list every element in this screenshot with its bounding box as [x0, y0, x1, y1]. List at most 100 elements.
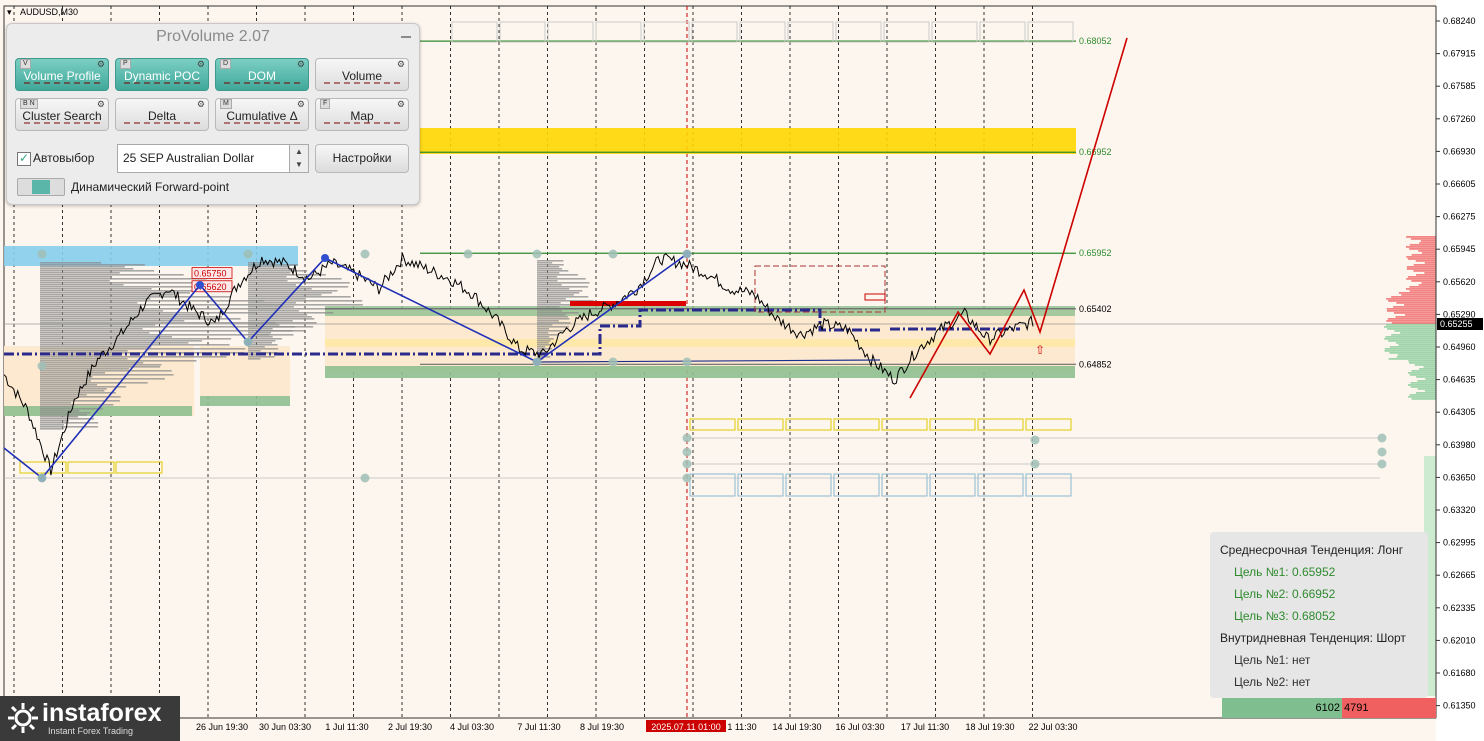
- gear-icon[interactable]: ⚙: [397, 99, 405, 109]
- gear-icon[interactable]: ⚙: [197, 59, 205, 69]
- x-tick-label: 16 Jul 03:30: [835, 722, 884, 732]
- profile-bar: [537, 282, 590, 284]
- green-zone: [325, 366, 1075, 378]
- profile-bar: [40, 336, 172, 338]
- profile-bar: [537, 290, 583, 292]
- profile-bar: [248, 316, 312, 318]
- instrument-select[interactable]: 25 SEP Australian Dollar ▲ ▼: [117, 144, 309, 173]
- btn-volume[interactable]: ⚙ Volume: [315, 58, 409, 91]
- dom-bid-bar: [1408, 372, 1436, 374]
- profile-bar: [40, 334, 270, 336]
- profile-bar: [40, 392, 116, 394]
- gear-icon[interactable]: ⚙: [97, 99, 105, 109]
- profile-bar: [248, 338, 282, 340]
- profile-bar: [537, 340, 551, 342]
- gear-icon[interactable]: ⚙: [397, 59, 405, 69]
- y-tick-label: 0.61350: [1443, 701, 1476, 711]
- dom-bid-bar: [1391, 334, 1436, 336]
- profile-bar: [248, 332, 272, 334]
- profile-bar: [40, 264, 145, 266]
- dom-bid-bar: [1415, 392, 1436, 394]
- dom-ask-bar: [1405, 314, 1436, 316]
- profile-bar: [40, 306, 141, 308]
- profile-bar: [537, 344, 552, 346]
- profile-bar: [40, 352, 245, 354]
- settings-button[interactable]: Настройки: [315, 144, 409, 173]
- dom-ask-bar: [1420, 240, 1436, 242]
- profile-bar: [40, 398, 76, 400]
- y-tick-label: 0.67915: [1443, 49, 1476, 59]
- marker-dot: [682, 459, 692, 469]
- profile-bar: [40, 394, 87, 396]
- y-tick-label: 0.64960: [1443, 342, 1476, 352]
- btn-map[interactable]: F ⚙ Map: [315, 98, 409, 131]
- y-tick-label: 0.67260: [1443, 114, 1476, 124]
- gear-icon[interactable]: ⚙: [197, 99, 205, 109]
- profile-bar: [537, 274, 578, 276]
- dom-ask-bar: [1413, 264, 1436, 266]
- profile-bar: [537, 312, 579, 314]
- dom-bid-bar: [1400, 332, 1436, 334]
- marker-dot: [463, 249, 473, 259]
- minimize-icon[interactable]: [401, 36, 411, 38]
- profile-bar: [40, 266, 125, 268]
- x-tick-label: 7 Jul 11:30: [517, 722, 560, 732]
- mid-target-2: Цель №2: 0.66952: [1234, 587, 1336, 601]
- dom-ask-bar: [1398, 292, 1436, 294]
- hotkey-badge: D: [220, 59, 232, 69]
- dom-bid-bar: [1389, 346, 1436, 348]
- hotkey-badge: F: [320, 99, 331, 109]
- profile-bar: [40, 380, 91, 382]
- gear-icon[interactable]: ⚙: [297, 99, 305, 109]
- dom-ask-bar: [1387, 310, 1436, 312]
- profile-bar: [537, 284, 562, 286]
- profile-bar: [40, 374, 174, 376]
- dom-ask-bar: [1386, 298, 1436, 300]
- dom-ask-bar: [1404, 304, 1436, 306]
- btn-cluster-search[interactable]: B N ⚙ Cluster Search: [15, 98, 109, 131]
- dom-ask-bar: [1409, 244, 1436, 246]
- profile-bar: [40, 390, 105, 392]
- stepper-arrows-icon[interactable]: ▲ ▼: [289, 145, 308, 172]
- dom-bid-bar: [1397, 354, 1436, 356]
- dom-bid-bar: [1417, 380, 1436, 382]
- btn-cumulative[interactable]: M ⚙ Cumulative Δ: [215, 98, 309, 131]
- x-tick-label: 14 Jul 19:30: [772, 722, 821, 732]
- profile-bar: [248, 284, 296, 286]
- profile-bar: [40, 288, 152, 290]
- dom-ask-bar: [1421, 282, 1436, 284]
- dom-bid-bar: [1386, 324, 1436, 326]
- profile-bar: [248, 348, 279, 350]
- btn-dom[interactable]: D ⚙ DOM: [215, 58, 309, 91]
- btn-dynamic-poc[interactable]: P ⚙ Dynamic POC: [115, 58, 209, 91]
- level-label: 0.65952: [1079, 248, 1112, 258]
- hotkey-badge: V: [20, 59, 31, 69]
- dom-ask-bar: [1406, 288, 1436, 290]
- forward-point-label: Динамический Forward-point: [71, 180, 230, 194]
- button-label: Volume Profile: [23, 69, 101, 83]
- profile-bar: [40, 422, 99, 424]
- gear-icon[interactable]: ⚙: [97, 59, 105, 69]
- button-label: Map: [350, 109, 374, 123]
- forward-point-toggle[interactable]: [17, 178, 65, 196]
- btn-delta[interactable]: ⚙ Delta: [115, 98, 209, 131]
- hotkey-badge: P: [120, 59, 131, 69]
- marker-dot: [360, 473, 370, 483]
- logo-name: instaforex: [42, 699, 162, 727]
- menu-arrow-icon[interactable]: ▾: [7, 7, 12, 17]
- button-indicator: [124, 122, 200, 127]
- dom-ask-bar: [1386, 320, 1436, 322]
- dom-ask-bar: [1391, 322, 1436, 324]
- button-indicator: [124, 82, 200, 87]
- profile-bar: [248, 346, 265, 348]
- profile-bar: [40, 322, 276, 324]
- profile-bar: [40, 410, 80, 412]
- dom-ask-bar: [1401, 294, 1436, 296]
- auto-select-checkbox[interactable]: ✓: [17, 152, 31, 166]
- gear-icon[interactable]: ⚙: [297, 59, 305, 69]
- btn-volume-profile[interactable]: V ⚙ Volume Profile: [15, 58, 109, 91]
- dom-ask-bar: [1409, 248, 1436, 250]
- dom-ask-bar: [1419, 242, 1436, 244]
- intraday-trend: Внутридневная Тенденция: Шорт: [1220, 631, 1406, 645]
- trend-info-box: Среднесрочная Тенденция: Лонг Цель №1: 0…: [1210, 532, 1428, 698]
